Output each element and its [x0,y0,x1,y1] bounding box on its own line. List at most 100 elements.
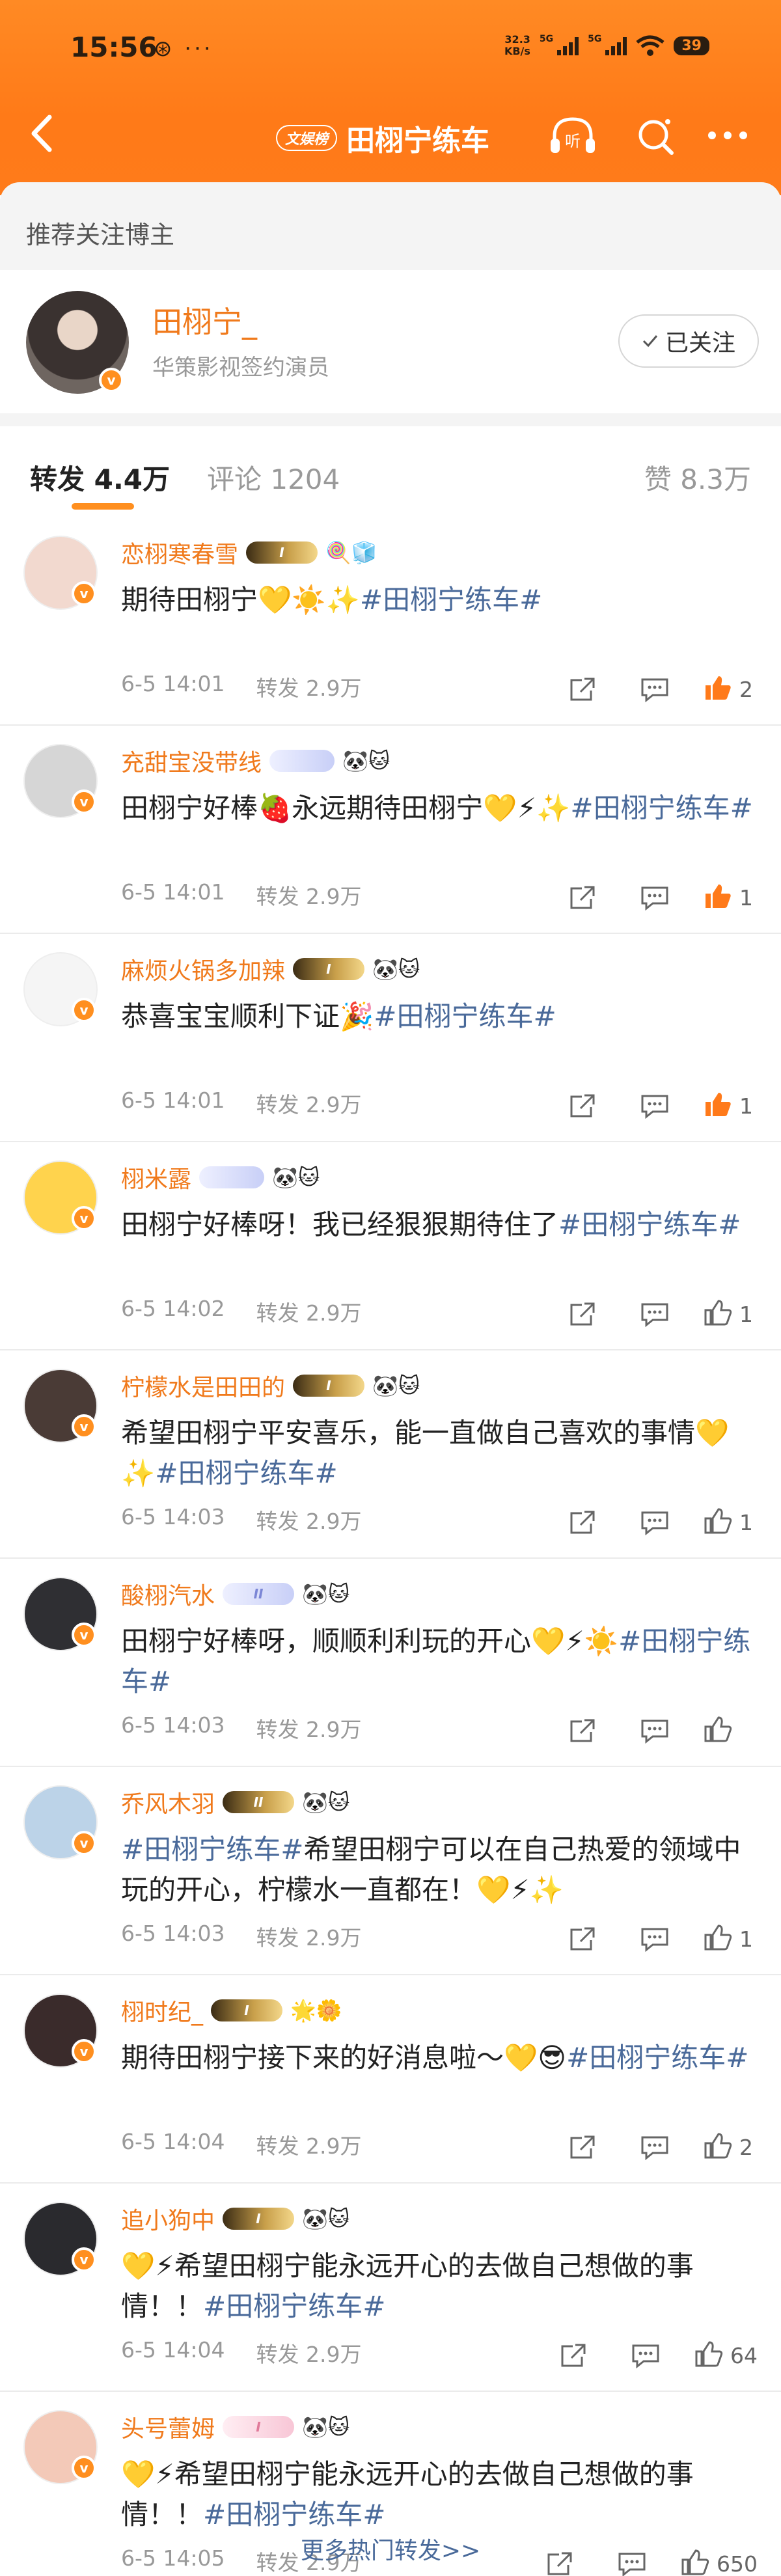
list-item[interactable]: v 柠檬水是田田的 I 🐼🐱 希望田栩宁平安喜乐，能一直做自己喜欢的事情💛✨#田… [0,1350,781,1559]
list-item[interactable]: v 追小狗中 I 🐼🐱 💛⚡希望田栩宁能永远开心的去做自己想做的事情！！#田栩宁… [0,2184,781,2392]
username[interactable]: 酸栩汽水 [121,1577,215,1611]
like-icon[interactable] [703,1715,733,1746]
topic-tag[interactable]: #田栩宁练车# [360,584,542,616]
recommend-name[interactable]: 田栩宁_ [152,299,257,342]
list-item[interactable]: v 恋栩寒春雪 I 🍭🧊 期待田栩宁💛☀️✨#田栩宁练车# 6-5 14:01 … [0,517,781,726]
comment-icon[interactable] [626,2337,665,2374]
like-button[interactable]: 1 [703,1923,758,1954]
like-icon[interactable] [703,882,733,913]
list-item[interactable]: v 酸栩汽水 II 🐼🐱 田栩宁好棒呀，顺顺利利玩的开心💛⚡☀️#田栩宁练车# … [0,1559,781,1767]
comment-icon[interactable] [635,1921,674,1957]
list-item[interactable]: v 麻烦火锅多加辣 I 🐼🐱 恭喜宝宝顺利下证🎉#田栩宁练车# 6-5 14:0… [0,934,781,1142]
comment-icon[interactable] [635,671,674,707]
topic-tag[interactable]: #田栩宁练车# [203,2290,385,2322]
content-text: 田栩宁好棒🍓永远期待田栩宁💛⚡✨ [121,792,571,824]
list-item[interactable]: v 乔风木羽 II 🐼🐱 #田栩宁练车#希望田栩宁可以在自己热爱的领域中玩的开心… [0,1767,781,1975]
list-item[interactable]: v 栩米露 🐼🐱 田栩宁好棒呀！我已经狠狠期待住了#田栩宁练车# 6-5 14:… [0,1142,781,1350]
like-button[interactable]: 2 [703,2131,758,2163]
comment-icon[interactable] [635,2129,674,2165]
like-button[interactable]: 64 [694,2340,758,2371]
list-item[interactable]: v 栩时纪_ I 🌟🌼 期待田栩宁接下来的好消息啦～💛😎#田栩宁练车# 6-5 … [0,1975,781,2184]
like-count: 64 [730,2342,758,2368]
like-button[interactable]: 1 [703,882,758,913]
listen-icon[interactable]: 听 [548,114,597,157]
topic-tag[interactable]: #田栩宁练车# [155,1457,337,1489]
content-text: 期待田栩宁接下来的好消息啦～💛😎 [121,2042,567,2074]
list-item[interactable]: v 充甜宝没带线 🐼🐱 田栩宁好棒🍓永远期待田栩宁💛⚡✨#田栩宁练车# 6-5 … [0,726,781,934]
more-reposts-link[interactable]: 更多热门转发>> [0,2532,781,2566]
share-icon[interactable] [562,1504,601,1541]
like-button[interactable]: 1 [703,1298,758,1330]
username[interactable]: 头号蕾姆 [121,2410,215,2444]
comment-icon[interactable] [635,1504,674,1541]
share-icon[interactable] [562,2129,601,2165]
like-button[interactable]: 2 [703,674,758,705]
status-indicators: 32.3 KB/s 5G 5G 39 [504,34,709,57]
username[interactable]: 栩时纪_ [121,1994,203,2027]
share-icon[interactable] [562,1088,601,1124]
repost-count[interactable]: 转发 2.9万 [256,2129,362,2160]
like-button[interactable] [703,1715,758,1746]
topic-tag[interactable]: #田栩宁练车# [203,2499,385,2530]
repost-count[interactable]: 转发 2.9万 [256,671,362,702]
repost-count[interactable]: 转发 2.9万 [256,1088,362,1119]
verified-badge-icon: v [72,1414,96,1439]
username[interactable]: 乔风木羽 [121,1785,215,1819]
comment-icon[interactable] [635,1296,674,1332]
comment-icon[interactable] [635,879,674,916]
like-icon[interactable] [703,1090,733,1121]
tab-repost[interactable]: 转发 4.4万 [30,458,170,497]
comment-icon[interactable] [635,1088,674,1124]
like-count: 2 [739,676,753,702]
recommend-card[interactable]: v 田栩宁_ 华策影视签约演员 已关注 [0,270,781,413]
share-icon[interactable] [562,1921,601,1957]
repost-count[interactable]: 转发 2.9万 [256,879,362,911]
username[interactable]: 充甜宝没带线 [121,744,262,778]
comment-icon[interactable] [635,1712,674,1749]
like-icon[interactable] [703,2131,733,2163]
like-icon[interactable] [703,1923,733,1954]
share-icon[interactable] [553,2337,592,2374]
repost-count[interactable]: 转发 2.9万 [256,1296,362,1327]
timestamp: 6-5 14:02 [121,1296,225,1321]
more-icon[interactable] [703,114,752,157]
nav-title-area: 文娱榜 田栩宁练车 [276,117,489,159]
status-time: 15:56 [70,31,158,63]
like-icon[interactable] [703,674,733,705]
tab-comment[interactable]: 评论 1204 [207,458,340,497]
topic-tag[interactable]: #田栩宁练车# [374,1000,556,1032]
share-icon[interactable] [562,879,601,916]
share-icon[interactable] [562,1712,601,1749]
repost-count[interactable]: 转发 2.9万 [256,2337,362,2368]
username[interactable]: 追小狗中 [121,2202,215,2236]
username[interactable]: 栩米露 [121,1160,191,1194]
topic-tag[interactable]: #田栩宁练车# [558,1209,741,1240]
fan-badge-icons: 🐼🐱 [372,1373,420,1398]
topic-tag[interactable]: #田栩宁练车# [121,1833,303,1865]
follow-button[interactable]: 已关注 [618,314,759,368]
back-arrow-icon[interactable] [23,111,62,156]
like-icon[interactable] [703,1298,733,1330]
repost-content: 田栩宁好棒🍓永远期待田栩宁💛⚡✨#田栩宁练车# [121,788,759,829]
username[interactable]: 恋栩寒春雪 [121,536,238,569]
tab-like[interactable]: 赞 8.3万 [644,458,751,497]
like-icon[interactable] [703,1507,733,1538]
like-icon[interactable] [694,2340,724,2371]
member-level-badge: I [211,1999,283,2021]
net-speed: 32.3 KB/s [504,33,530,57]
search-icon[interactable] [631,114,681,157]
share-icon[interactable] [562,1296,601,1332]
member-level-badge: I [223,2208,295,2230]
username[interactable]: 麻烦火锅多加辣 [121,952,285,986]
ranking-badge[interactable]: 文娱榜 [276,125,338,151]
repost-count[interactable]: 转发 2.9万 [256,1921,362,1952]
topic-tag[interactable]: #田栩宁练车# [570,792,752,824]
repost-count[interactable]: 转发 2.9万 [256,1504,362,1535]
like-button[interactable]: 1 [703,1090,758,1121]
header: 15:56 ⊛ ··· 32.3 KB/s 5G 5G 39 文娱榜 田栩宁练车 … [0,0,781,195]
repost-count[interactable]: 转发 2.9万 [256,1712,362,1744]
like-button[interactable]: 1 [703,1507,758,1538]
share-icon[interactable] [562,671,601,707]
topic-tag[interactable]: #田栩宁练车# [566,2042,748,2074]
username[interactable]: 柠檬水是田田的 [121,1369,285,1403]
